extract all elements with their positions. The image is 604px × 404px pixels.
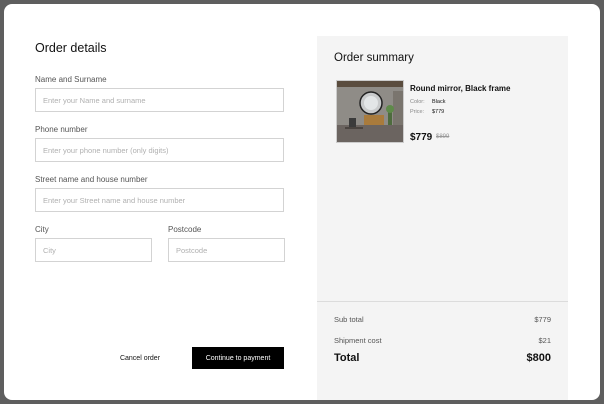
- order-details-panel: Order details Name and Surname Phone num…: [4, 4, 316, 400]
- phone-label: Phone number: [35, 125, 88, 134]
- current-price: $779: [410, 132, 433, 143]
- price-label: Price:: [410, 109, 425, 115]
- product-name: Round mirror, Black frame: [410, 84, 511, 93]
- old-price: $899: [436, 134, 450, 140]
- summary-divider: [317, 301, 568, 302]
- street-label: Street name and house number: [35, 175, 148, 184]
- total-value: $800: [526, 352, 551, 364]
- name-input[interactable]: [35, 88, 284, 112]
- product-image: [336, 80, 404, 143]
- color-label: Color:: [410, 99, 425, 105]
- city-input[interactable]: [35, 238, 152, 262]
- shipping-value: $21: [538, 336, 551, 345]
- name-label: Name and Surname: [35, 75, 107, 84]
- checkout-window: Order details Name and Surname Phone num…: [4, 4, 600, 400]
- order-details-title: Order details: [35, 41, 107, 55]
- street-input[interactable]: [35, 188, 284, 212]
- price-value: $779: [432, 109, 445, 115]
- subtotal-label: Sub total: [334, 315, 364, 324]
- postcode-label: Postcode: [168, 225, 202, 234]
- continue-to-payment-button[interactable]: Continue to payment: [192, 347, 284, 369]
- phone-input[interactable]: [35, 138, 284, 162]
- cancel-order-button[interactable]: Cancel order: [110, 347, 170, 369]
- order-summary-panel: Order summary Round mirror, Black frame …: [317, 36, 568, 400]
- order-summary-title: Order summary: [334, 52, 414, 64]
- subtotal-value: $779: [534, 315, 551, 324]
- postcode-input[interactable]: [168, 238, 285, 262]
- total-label: Total: [334, 352, 360, 364]
- shipping-label: Shipment cost: [334, 336, 382, 345]
- color-value: Black: [432, 99, 446, 105]
- city-label: City: [35, 225, 49, 234]
